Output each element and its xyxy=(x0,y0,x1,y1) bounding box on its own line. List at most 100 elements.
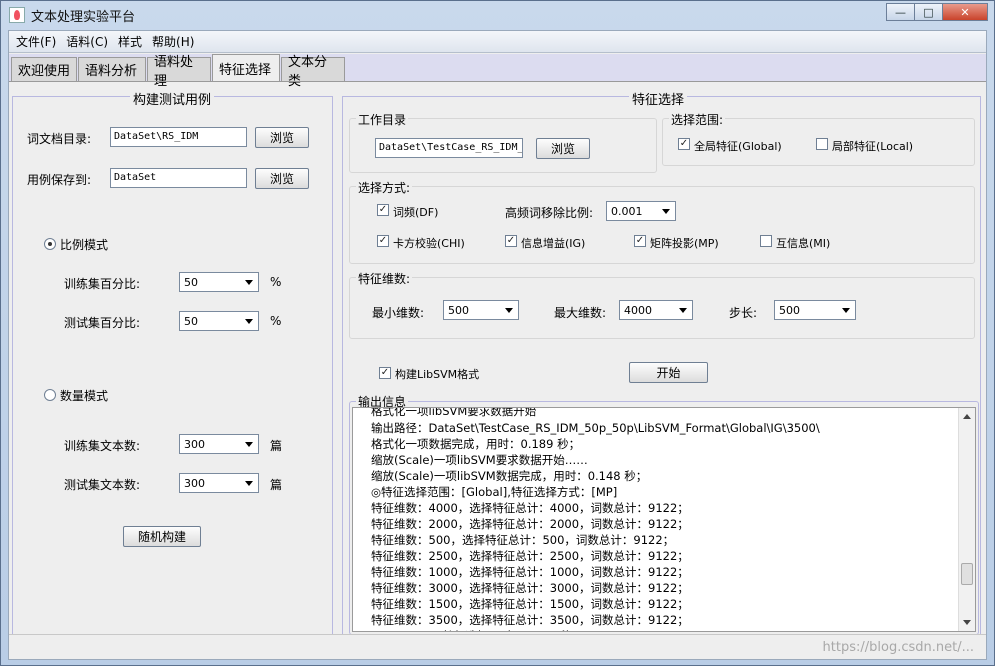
ratio-mode-label: 比例模式 xyxy=(60,238,109,252)
browse-workdir-button[interactable]: 浏览 xyxy=(536,138,590,159)
count-mode-radio[interactable] xyxy=(44,389,56,401)
tab-strip: 欢迎使用 语料分析 语料处理 特征选择 文本分类 xyxy=(9,54,986,89)
tab-content: 构建测试用例 词文档目录: DataSet\RS_IDM 浏览 用例保存到: D… xyxy=(9,81,986,636)
test-cnt-unit: 篇 xyxy=(270,478,283,492)
scroll-up-icon[interactable] xyxy=(963,414,971,419)
save-to-input[interactable]: DataSet xyxy=(110,168,247,188)
ig-checkbox[interactable]: ✓ xyxy=(505,235,517,247)
max-dim-label: 最大维数: xyxy=(554,306,607,320)
tab-welcome[interactable]: 欢迎使用 xyxy=(11,57,77,81)
minimize-icon[interactable]: — xyxy=(886,3,914,21)
test-pct-select[interactable]: 50 xyxy=(179,311,259,331)
global-checkbox[interactable]: ✓ xyxy=(678,138,690,150)
feature-selection-group: 特征选择 工作目录 DataSet\TestCase_RS_IDM_ 浏览 选择… xyxy=(342,89,981,636)
chevron-down-icon xyxy=(245,280,253,285)
window-controls: — □ ✕ xyxy=(886,3,988,21)
browse-doc-dir-button[interactable]: 浏览 xyxy=(255,127,309,148)
output-section: 输出信息 格式化一项libSVM要求数据开始 输出路径：DataSet\TestC… xyxy=(349,393,979,635)
client-area: 文件(F) 语料(C) 样式 帮助(H) 欢迎使用 语料分析 语料处理 特征选择… xyxy=(8,30,987,660)
chevron-down-icon xyxy=(245,481,253,486)
libsvm-checkbox[interactable]: ✓ xyxy=(379,367,391,379)
scope-title: 选择范围: xyxy=(669,111,726,128)
random-build-button[interactable]: 随机构建 xyxy=(123,526,201,547)
output-scrollbar[interactable] xyxy=(958,408,975,631)
output-line: 缩放(Scale)一项libSVM要求数据开始…… xyxy=(371,453,588,467)
df-checkbox[interactable]: ✓ xyxy=(377,204,389,216)
output-line: 特征维数：2500，选择特征总计：2500，词数总计：9122； xyxy=(371,549,689,563)
output-line: 输出路径：DataSet\TestCase_RS_IDM_50p_50p\Lib… xyxy=(371,421,820,435)
max-dim-value: 4000 xyxy=(624,304,652,317)
workdir-input[interactable]: DataSet\TestCase_RS_IDM_ xyxy=(375,138,523,158)
ratio-select[interactable]: 0.001 xyxy=(606,201,676,221)
output-line: 特征维数：1500，选择特征总计：1500，词数总计：9122； xyxy=(371,597,689,611)
method-title: 选择方式: xyxy=(356,179,413,196)
train-cnt-select[interactable]: 300 xyxy=(179,434,259,454)
chevron-down-icon xyxy=(842,308,850,313)
scroll-thumb[interactable] xyxy=(961,563,973,585)
ratio-mode-radio[interactable] xyxy=(44,238,56,250)
java-app-icon xyxy=(9,7,25,23)
chevron-down-icon xyxy=(245,442,253,447)
mp-label: 矩阵投影(MP) xyxy=(650,237,719,250)
test-cnt-select[interactable]: 300 xyxy=(179,473,259,493)
train-cnt-label: 训练集文本数: xyxy=(64,439,141,453)
build-testcase-group: 构建测试用例 词文档目录: DataSet\RS_IDM 浏览 用例保存到: D… xyxy=(12,89,333,636)
chi-checkbox[interactable]: ✓ xyxy=(377,235,389,247)
output-line: 特征维数：4000，选择特征总计：4000，词数总计：9122； xyxy=(371,501,689,515)
workdir-section: 工作目录 DataSet\TestCase_RS_IDM_ 浏览 xyxy=(349,111,657,173)
menu-style[interactable]: 样式 xyxy=(113,33,147,50)
max-dim-select[interactable]: 4000 xyxy=(619,300,693,320)
min-dim-label: 最小维数: xyxy=(372,306,425,320)
output-line: ◎特征选择范围：[Global],特征选择方式：[MP] xyxy=(371,485,618,499)
start-button[interactable]: 开始 xyxy=(629,362,708,383)
test-pct-unit: % xyxy=(270,314,282,328)
dims-title: 特征维数: xyxy=(356,270,413,287)
watermark: https://blog.csdn.net/... xyxy=(822,640,974,655)
dims-section: 特征维数: 最小维数: 500 最大维数: 4000 步长: 500 xyxy=(349,270,975,339)
local-checkbox[interactable] xyxy=(816,138,828,150)
tab-text-classification[interactable]: 文本分类 xyxy=(281,55,345,89)
menu-file[interactable]: 文件(F) xyxy=(11,33,61,50)
mp-checkbox[interactable]: ✓ xyxy=(634,235,646,247)
scope-section: 选择范围: ✓ 全局特征(Global) 局部特征(Local) xyxy=(662,111,975,166)
test-pct-value: 50 xyxy=(184,315,198,328)
output-line: 格式化一项libSVM要求数据开始 xyxy=(371,407,537,418)
test-pct-label: 测试集百分比: xyxy=(64,316,141,330)
menu-corpus[interactable]: 语料(C) xyxy=(61,33,113,50)
output-line: 特征维数：1000，选择特征总计：1000，词数总计：9122； xyxy=(371,565,689,579)
tab-feature-selection[interactable]: 特征选择 xyxy=(212,54,280,81)
workdir-title: 工作目录 xyxy=(356,111,409,128)
output-line: 特征维数：3500，选择特征总计：3500，词数总计：9122； xyxy=(371,613,689,627)
output-line: 特征维数：2000，选择特征总计：2000，词数总计：9122； xyxy=(371,517,689,531)
libsvm-label: 构建LibSVM格式 xyxy=(395,368,480,381)
output-line: 缩放(Scale)一项libSVM数据完成，用时：0.148 秒； xyxy=(371,469,648,483)
step-label: 步长: xyxy=(729,306,758,320)
output-line: 格式化一项数据完成，用时：0.189 秒； xyxy=(371,437,581,451)
chevron-down-icon xyxy=(679,308,687,313)
output-textarea[interactable]: 格式化一项libSVM要求数据开始输出路径：DataSet\TestCase_R… xyxy=(352,407,976,632)
close-icon[interactable]: ✕ xyxy=(942,3,988,21)
min-dim-select[interactable]: 500 xyxy=(443,300,519,320)
train-pct-select[interactable]: 50 xyxy=(179,272,259,292)
doc-dir-label: 词文档目录: xyxy=(27,132,92,146)
scroll-down-icon[interactable] xyxy=(963,620,971,625)
mi-label: 互信息(MI) xyxy=(776,237,831,250)
browse-save-button[interactable]: 浏览 xyxy=(255,168,309,189)
test-cnt-value: 300 xyxy=(184,477,205,490)
df-label: 词频(DF) xyxy=(393,206,439,219)
step-select[interactable]: 500 xyxy=(774,300,856,320)
mi-checkbox[interactable] xyxy=(760,235,772,247)
build-testcase-title: 构建测试用例 xyxy=(130,89,215,108)
output-line: 特征维数：500，选择特征总计：500，词数总计：9122； xyxy=(371,533,675,547)
menu-help[interactable]: 帮助(H) xyxy=(147,33,199,50)
count-mode-label: 数量模式 xyxy=(60,389,109,403)
chi-label: 卡方校验(CHI) xyxy=(393,237,465,250)
maximize-icon[interactable]: □ xyxy=(914,3,942,21)
tab-corpus-analysis[interactable]: 语料分析 xyxy=(78,57,146,81)
global-label: 全局特征(Global) xyxy=(694,140,782,153)
save-to-label: 用例保存到: xyxy=(27,173,92,187)
ratio-value: 0.001 xyxy=(611,205,643,218)
title-bar[interactable]: 文本处理实验平台 — □ ✕ xyxy=(1,1,994,29)
tab-corpus-processing[interactable]: 语料处理 xyxy=(147,55,211,89)
doc-dir-input[interactable]: DataSet\RS_IDM xyxy=(110,127,247,147)
